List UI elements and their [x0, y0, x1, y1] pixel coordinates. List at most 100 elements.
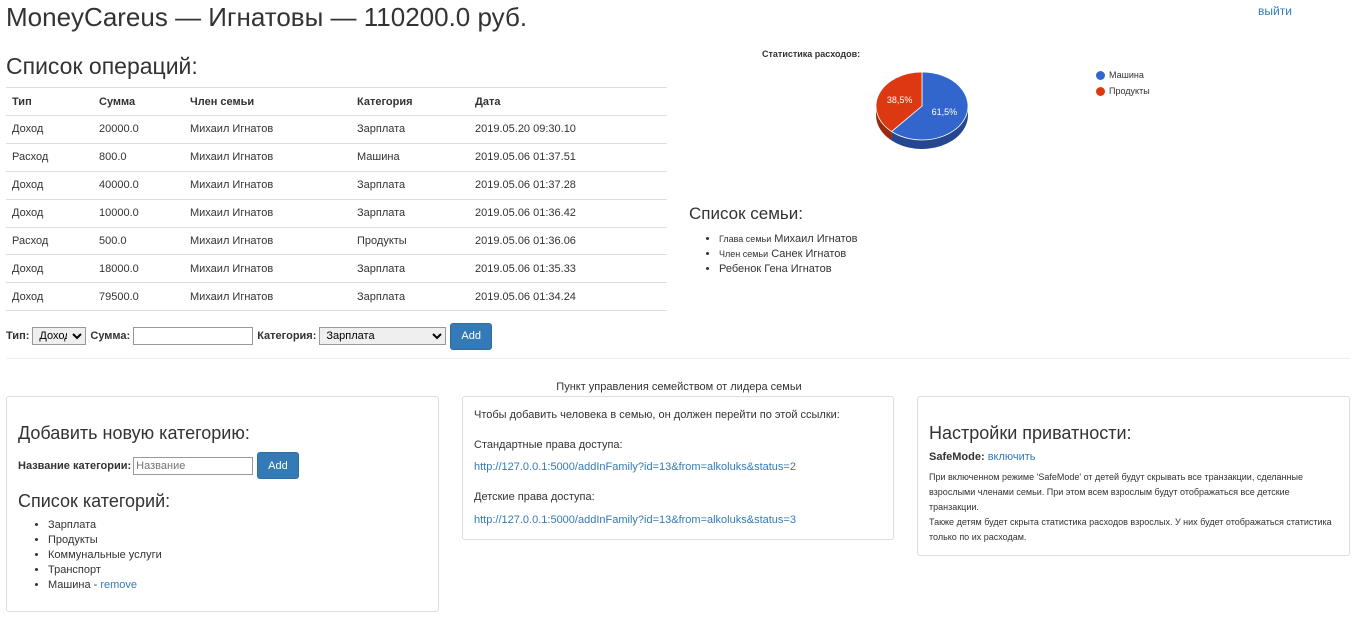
legend-label: Продукты — [1109, 86, 1150, 96]
cell-category: Зарплата — [351, 115, 469, 144]
legend-marker — [1096, 70, 1105, 80]
categories-panel: Добавить новую категорию: Название катег… — [6, 396, 439, 612]
cell-category: Продукты — [351, 226, 469, 255]
add-category-heading: Добавить новую категорию: — [18, 423, 250, 443]
sum-label: Сумма: — [90, 330, 131, 342]
child-invite-link[interactable]: http://127.0.0.1:5000/addInFamily?id=13&… — [474, 514, 796, 526]
table-row: Доход 20000.0 Михаил Игнатов Зарплата 2019.0… — [6, 115, 667, 144]
list-item: Продукты — [48, 533, 162, 548]
section-divider — [6, 358, 1350, 359]
legend-label: Машина — [1109, 70, 1144, 80]
cell-sum: 500.0 — [93, 226, 184, 255]
cell-member: Михаил Игнатов — [184, 170, 351, 200]
list-item: Транспорт — [48, 563, 162, 578]
expense-pie-chart: 61,5% 38,5% — [870, 66, 980, 171]
legend-item: Продукты — [1096, 83, 1150, 99]
table-row: Расход 800.0 Михаил Игнатов Машина 2019.05.0… — [6, 142, 667, 172]
remove-category-link[interactable]: remove — [100, 579, 137, 591]
table-row: Доход 40000.0 Михаил Игнатов Зарплата 2019.0… — [6, 170, 667, 200]
cell-category: Зарплата — [351, 282, 469, 312]
cell-sum: 79500.0 — [93, 282, 184, 312]
table-row: Доход 10000.0 Михаил Игнатов Зарплата 2019.0… — [6, 198, 667, 228]
list-item: Коммунальные услуги — [48, 548, 162, 563]
sum-input[interactable] — [133, 327, 254, 345]
member-name: Санек Игнатов — [771, 248, 847, 260]
safemode-description-2: Также детям будет скрыта статистика расх… — [929, 517, 1332, 542]
cell-member: Михаил Игнатов — [184, 254, 351, 283]
category-list: Зарплата Продукты Коммунальные услуги Тр… — [18, 518, 162, 593]
table-row: Доход 18000.0 Михаил Игнатов Зарплата 2019.0… — [6, 254, 667, 283]
family-list: Глава семьи Михаил Игнатов Член семьи Са… — [689, 232, 857, 277]
column-header-member: Член семьи — [184, 87, 351, 116]
member-role: Ребенок — [719, 263, 762, 275]
cell-sum: 800.0 — [93, 142, 184, 172]
category-label: Категория: — [257, 330, 317, 342]
cell-sum: 18000.0 — [93, 254, 184, 283]
list-item: Зарплата — [48, 518, 162, 533]
member-role: Член семьи — [719, 249, 769, 259]
category-select[interactable]: Зарплата — [319, 327, 447, 345]
cell-sum: 20000.0 — [93, 115, 184, 144]
safemode-description-1: При включенном режиме 'SafeMode' от дете… — [929, 472, 1303, 512]
type-label: Тип: — [6, 330, 30, 342]
cell-type: Доход — [6, 254, 93, 283]
cell-member: Михаил Игнатов — [184, 282, 351, 312]
cell-category: Зарплата — [351, 198, 469, 228]
cell-date: 2019.05.06 01:35.33 — [469, 254, 667, 283]
cell-category: Зарплата — [351, 170, 469, 200]
column-header-sum: Сумма — [93, 87, 184, 116]
column-header-type: Тип — [6, 87, 93, 116]
pie-data-label: 61,5% — [932, 107, 958, 117]
category-name-input[interactable] — [133, 456, 254, 475]
safemode-label: SafeMode: — [929, 451, 985, 463]
safemode-row: SafeMode: включить — [929, 451, 1036, 463]
cell-date: 2019.05.20 09:30.10 — [469, 115, 667, 144]
add-category-button[interactable]: Add — [257, 452, 299, 479]
cell-member: Михаил Игнатов — [184, 142, 351, 172]
category-list-heading: Список категорий: — [18, 491, 171, 511]
legend-marker — [1096, 86, 1105, 96]
column-header-date: Дата — [469, 87, 667, 116]
table-row: Расход 500.0 Михаил Игнатов Продукты 2019.05… — [6, 226, 667, 255]
cell-type: Доход — [6, 198, 93, 228]
list-item: Машина - remove — [48, 578, 162, 593]
privacy-panel: Настройки приватности: SafeMode: включит… — [917, 396, 1350, 556]
category-name-label: Название категории: — [18, 459, 132, 472]
management-title: Пункт управления семейством от лидера се… — [556, 381, 802, 393]
table-row: Доход 79500.0 Михаил Игнатов Зарплата 2019.0… — [6, 282, 667, 312]
standard-invite-link[interactable]: http://127.0.0.1:5000/addInFamily?id=13&… — [474, 461, 796, 473]
privacy-heading: Настройки приватности: — [929, 423, 1132, 443]
invite-intro: Чтобы добавить человека в семью, он долж… — [474, 409, 840, 421]
safemode-description: При включенном режиме 'SafeMode' от дете… — [929, 470, 1339, 545]
add-category-form: Название категории: Add — [18, 452, 299, 479]
page-title: MoneyCareus — Игнатовы — 110200.0 руб. — [6, 2, 528, 32]
cell-date: 2019.05.06 01:37.51 — [469, 142, 667, 172]
cell-date: 2019.05.06 01:37.28 — [469, 170, 667, 200]
cell-type: Расход — [6, 142, 93, 172]
cell-type: Расход — [6, 226, 93, 255]
category-item-label: Машина - — [48, 579, 101, 591]
logout-link[interactable]: выйти — [1258, 4, 1292, 18]
chart-title: Статистика расходов: — [762, 49, 861, 59]
cell-category: Зарплата — [351, 254, 469, 283]
cell-sum: 40000.0 — [93, 170, 184, 200]
family-member: Ребенок Гена Игнатов — [719, 262, 857, 277]
safemode-enable-link[interactable]: включить — [988, 451, 1036, 463]
add-operation-button[interactable]: Add — [450, 322, 492, 350]
legend-item: Машина — [1096, 67, 1150, 83]
cell-date: 2019.05.06 01:36.42 — [469, 198, 667, 228]
standard-access-label: Стандартные права доступа: — [474, 439, 623, 451]
cell-type: Доход — [6, 170, 93, 200]
cell-type: Доход — [6, 282, 93, 312]
add-operation-form: Тип: Доход Сумма: Категория: Зарплата Ad… — [6, 322, 492, 350]
operations-heading: Список операций: — [6, 53, 198, 79]
cell-member: Михаил Игнатов — [184, 226, 351, 255]
chart-legend: Машина Продукты — [1096, 67, 1150, 99]
cell-category: Машина — [351, 142, 469, 172]
type-select[interactable]: Доход — [32, 327, 87, 345]
cell-sum: 10000.0 — [93, 198, 184, 228]
member-role: Глава семьи — [719, 234, 772, 244]
child-access-label: Детские права доступа: — [474, 491, 595, 503]
cell-member: Михаил Игнатов — [184, 198, 351, 228]
family-member: Глава семьи Михаил Игнатов — [719, 232, 857, 247]
